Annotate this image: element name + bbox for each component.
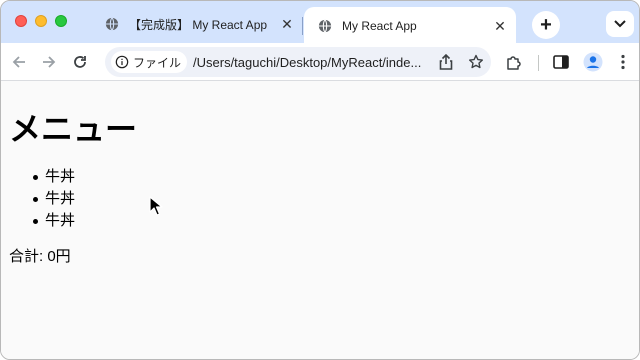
arrow-right-icon [43, 56, 56, 68]
url-text: /Users/taguchi/Desktop/MyReact/inde... [193, 54, 422, 70]
reload-button[interactable] [68, 50, 92, 74]
list-item: 牛丼 [32, 166, 75, 188]
tab-search-button[interactable] [606, 11, 634, 37]
browser-toolbar: ファイル /Users/taguchi/Desktop/MyReact/inde… [1, 43, 639, 81]
page-title: メニュー [9, 110, 138, 148]
bookmark-button[interactable] [461, 49, 491, 75]
tab-inactive[interactable]: 【完成版】 My React App ✕ [91, 7, 303, 41]
chevron-down-icon [614, 20, 626, 28]
site-info-chip[interactable]: ファイル [111, 51, 188, 73]
mouse-cursor-icon [149, 196, 163, 216]
minimize-window-button[interactable] [35, 15, 47, 27]
tab-strip: 【完成版】 My React App ✕ My React App ✕ + [1, 1, 639, 45]
share-icon [439, 54, 453, 70]
kebab-menu-icon [621, 54, 625, 70]
new-tab-button[interactable]: + [532, 11, 560, 39]
reload-icon [74, 56, 86, 68]
list-item: 牛丼 [32, 188, 75, 210]
side-panel-button[interactable] [549, 50, 573, 74]
address-bar[interactable]: ファイル /Users/taguchi/Desktop/MyReact/inde… [105, 47, 491, 77]
side-panel-icon [553, 55, 569, 69]
tab-separator [302, 17, 303, 35]
close-tab-icon[interactable]: ✕ [490, 16, 510, 36]
browser-window: 【完成版】 My React App ✕ My React App ✕ + ファ… [0, 0, 640, 360]
menu-button[interactable] [611, 50, 635, 74]
arrow-left-icon [12, 56, 25, 68]
tab-active[interactable]: My React App ✕ [304, 7, 516, 45]
tab-title: 【完成版】 My React App [129, 17, 268, 32]
close-window-button[interactable] [15, 15, 27, 27]
profile-button[interactable] [581, 50, 605, 74]
plus-icon: + [540, 13, 552, 36]
profile-icon [583, 52, 603, 72]
star-icon [469, 54, 483, 69]
back-button[interactable] [7, 50, 31, 74]
chip-label: ファイル [133, 55, 182, 70]
list-item: 牛丼 [32, 210, 75, 232]
total-text: 合計: 0円 [9, 248, 71, 265]
globe-icon [105, 17, 119, 31]
close-tab-icon[interactable]: ✕ [277, 14, 297, 34]
maximize-window-button[interactable] [55, 15, 67, 27]
share-button[interactable] [431, 49, 461, 75]
menu-list: 牛丼 牛丼 牛丼 [32, 166, 75, 232]
page-content: メニュー 牛丼 牛丼 牛丼 合計: 0円 [1, 82, 639, 359]
info-icon [115, 55, 129, 69]
puzzle-icon [507, 56, 521, 70]
forward-button[interactable] [37, 50, 61, 74]
toolbar-divider [538, 55, 539, 71]
extensions-button[interactable] [502, 50, 526, 74]
globe-icon [318, 19, 332, 33]
tab-title: My React App [342, 19, 417, 33]
